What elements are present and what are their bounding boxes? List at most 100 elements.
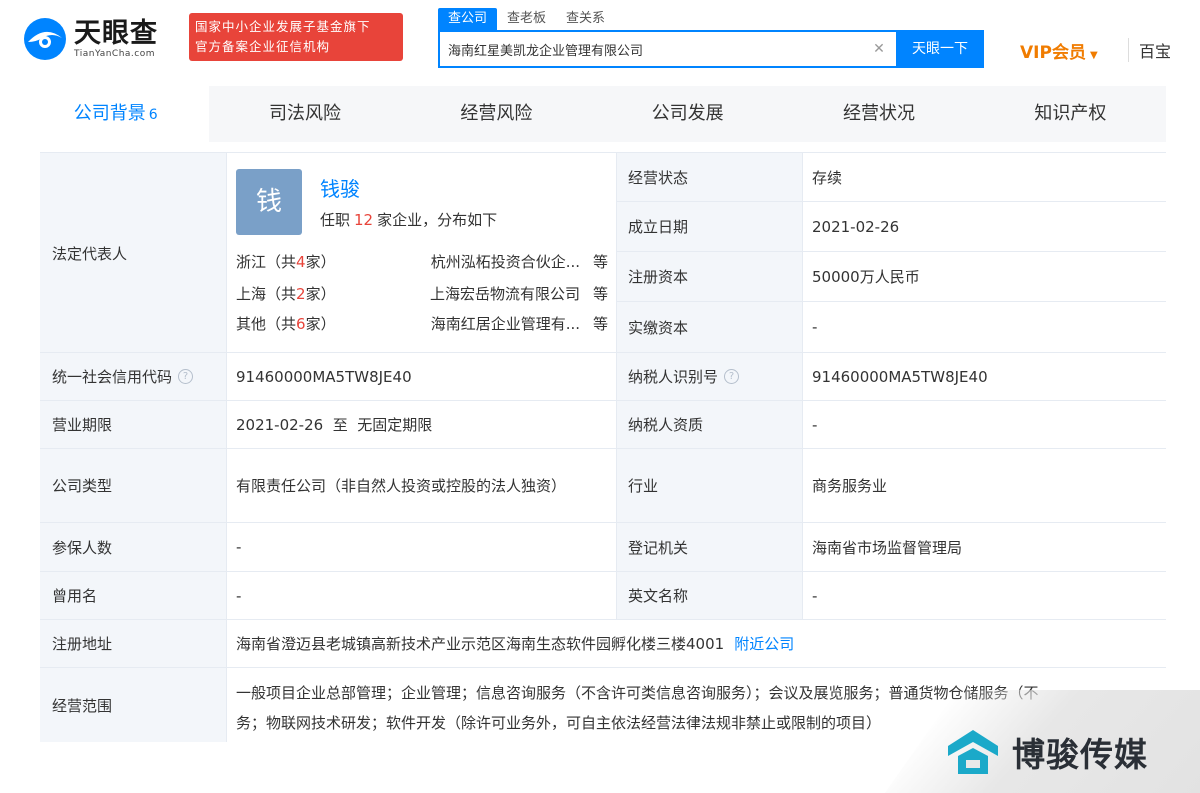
paid-capital-label: 实缴资本 (616, 302, 802, 352)
business-info-table: 法定代表人 钱 钱骏 任职 12 家企业，分布如下 浙江（共4家） 杭州泓柘投资合伙… (40, 152, 1166, 742)
summary-count: 12 (354, 211, 374, 229)
search-tab-company[interactable]: 查公司 (438, 8, 498, 30)
paid-capital-value: - (812, 318, 818, 336)
address-value: 海南省澄迈县老城镇高新技术产业示范区海南生态软件园孵化楼三楼4001 附近公司 (226, 620, 1166, 667)
legal-rep-block: 钱 钱骏 任职 12 家企业，分布如下 浙江（共4家） 杭州泓柘投资合伙企... 等… (226, 153, 616, 353)
distribution-etc: 等 (592, 253, 608, 271)
taxpayer-id-value: 91460000MA5TW8JE40 (812, 367, 988, 386)
help-icon[interactable]: ? (178, 369, 194, 384)
industry-label: 行业 (616, 449, 802, 522)
search-tab-relation[interactable]: 查关系 (556, 8, 615, 30)
term-row: 营业期限 2021-02-26 至 无固定期限 纳税人资质 - (40, 401, 1166, 449)
logo-eye-icon (24, 18, 66, 60)
search-tab-boss[interactable]: 查老板 (497, 8, 556, 30)
company-type-value: 有限责任公司（非自然人投资或控股的法人独资） (236, 476, 567, 495)
watermark-text: 博骏传媒 (1012, 735, 1148, 774)
taxpayer-id-label: 纳税人识别号? (616, 353, 802, 400)
status-label: 经营状态 (616, 153, 802, 201)
insured-row: 参保人数 - 登记机关 海南省市场监督管理局 (40, 523, 1166, 572)
distribution-company[interactable]: 杭州泓柘投资合伙企... (400, 251, 580, 272)
tab-company-development[interactable]: 公司发展 (592, 86, 783, 142)
tianyancha-logo[interactable]: 天眼查 TianYanCha.com (22, 14, 182, 64)
distribution-region: 浙江（共4家） (236, 253, 336, 271)
status-value: 存续 (812, 168, 843, 187)
divider (616, 153, 617, 620)
tab-operating-status[interactable]: 经营状况 (783, 86, 974, 142)
legal-rep-name[interactable]: 钱骏 (320, 173, 360, 202)
insured-label: 参保人数 (40, 523, 226, 571)
logo-cn-text: 天眼查 (74, 18, 158, 49)
distribution-row: 浙江（共4家） 杭州泓柘投资合伙企... 等 (236, 251, 608, 281)
distribution-row: 上海（共2家） 上海宏岳物流有限公司 等 (236, 283, 608, 313)
reg-capital-value: 50000万人民币 (812, 268, 920, 286)
english-name-label: 英文名称 (616, 572, 802, 619)
credit-code-label: 统一社会信用代码? (40, 353, 226, 400)
credit-code-row: 统一社会信用代码? 91460000MA5TW8JE40 纳税人识别号? 914… (40, 353, 1166, 401)
clear-icon[interactable]: ✕ (870, 40, 888, 58)
former-name-value: - (236, 586, 242, 605)
distribution-etc: 等 (592, 315, 608, 333)
help-icon[interactable]: ? (724, 369, 740, 384)
logo-en-text: TianYanCha.com (74, 49, 156, 59)
status-row: 经营状态 存续 (616, 153, 1166, 202)
founded-row: 成立日期 2021-02-26 (616, 202, 1166, 252)
header: 天眼查 TianYanCha.com 国家中小企业发展子基金旗下 官方备案企业征… (0, 0, 1200, 82)
distribution-region: 其他（共6家） (236, 315, 336, 333)
tab-count: 6 (148, 107, 158, 123)
vip-member-menu[interactable]: VIP会员 ▼ (1020, 38, 1098, 63)
summary-prefix: 任职 (320, 211, 351, 229)
search-type-tabs: 查公司 查老板 查关系 (438, 8, 615, 30)
distribution-company[interactable]: 上海宏岳物流有限公司 (400, 283, 580, 304)
founded-label: 成立日期 (616, 202, 802, 251)
registrar-value: 海南省市场监督管理局 (812, 538, 963, 557)
summary-suffix: 家企业，分布如下 (377, 211, 498, 229)
reg-capital-label: 注册资本 (616, 252, 802, 301)
reg-capital-row: 注册资本 50000万人民币 (616, 252, 1166, 302)
taxpayer-qual-label: 纳税人资质 (616, 401, 802, 448)
tab-judicial-risk[interactable]: 司法风险 (209, 86, 400, 142)
tab-intellectual-property[interactable]: 知识产权 (975, 86, 1166, 142)
term-label: 营业期限 (40, 401, 226, 448)
official-badge: 国家中小企业发展子基金旗下 官方备案企业征信机构 (189, 13, 403, 61)
legal-rep-label: 法定代表人 (40, 153, 226, 353)
insured-value: - (236, 538, 242, 556)
taxpayer-qual-value: - (812, 415, 818, 434)
address-text: 海南省澄迈县老城镇高新技术产业示范区海南生态软件园孵化楼三楼4001 (236, 635, 725, 653)
founded-value: 2021-02-26 (812, 217, 900, 236)
former-name-label: 曾用名 (40, 572, 226, 619)
nearby-companies-link[interactable]: 附近公司 (734, 633, 794, 654)
industry-value: 商务服务业 (812, 477, 888, 495)
tab-company-background[interactable]: 公司背景 6 (22, 86, 210, 142)
address-row: 注册地址 海南省澄迈县老城镇高新技术产业示范区海南生态软件园孵化楼三楼4001 附… (40, 620, 1166, 668)
company-type-row: 公司类型 有限责任公司（非自然人投资或控股的法人独资） 行业 商务服务业 (40, 449, 1166, 523)
search-box: ✕ 天眼一下 (438, 30, 984, 68)
registrar-label: 登记机关 (616, 523, 802, 571)
avatar[interactable]: 钱 (236, 169, 302, 235)
badge-line-1: 国家中小企业发展子基金旗下 (195, 19, 371, 34)
english-name-value: - (812, 586, 818, 605)
company-type-label: 公司类型 (40, 449, 226, 522)
header-link-cut[interactable]: 百宝 (1128, 38, 1171, 62)
legal-rep-summary: 任职 12 家企业，分布如下 (320, 209, 497, 230)
divider (226, 153, 227, 742)
distribution-company[interactable]: 海南红居企业管理有... (400, 313, 580, 334)
paid-capital-row: 实缴资本 - (616, 302, 1166, 353)
watermark: 博骏传媒 (944, 726, 1148, 778)
divider (802, 153, 803, 620)
distribution-region: 上海（共2家） (236, 285, 336, 303)
vip-label: VIP会员 (1020, 43, 1086, 63)
search-button[interactable]: 天眼一下 (896, 30, 984, 68)
tab-operating-risk[interactable]: 经营风险 (401, 86, 592, 142)
caret-down-icon: ▼ (1089, 50, 1098, 61)
distribution-row: 其他（共6家） 海南红居企业管理有... 等 (236, 313, 608, 343)
watermark-logo-icon (948, 730, 998, 774)
former-name-row: 曾用名 - 英文名称 - (40, 572, 1166, 620)
term-value: 2021-02-26 至 无固定期限 (236, 416, 433, 434)
credit-code-value: 91460000MA5TW8JE40 (236, 367, 412, 386)
scope-label: 经营范围 (40, 668, 226, 742)
tab-label: 公司背景 (73, 103, 146, 124)
badge-line-2: 官方备案企业征信机构 (195, 39, 331, 54)
search-input[interactable] (448, 32, 868, 66)
distribution-etc: 等 (592, 285, 608, 303)
address-label: 注册地址 (40, 620, 226, 667)
